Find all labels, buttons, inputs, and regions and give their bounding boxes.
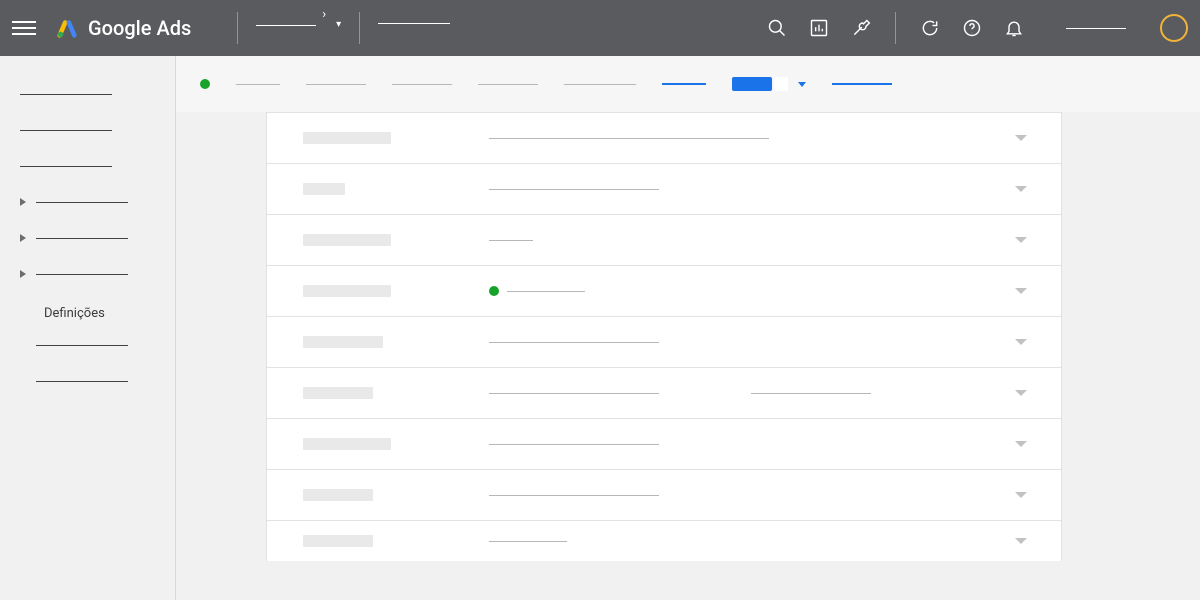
settings-row-label <box>303 489 373 501</box>
settings-row-value <box>489 342 659 343</box>
settings-panel <box>266 112 1062 561</box>
settings-row-label <box>303 438 391 450</box>
divider <box>237 12 238 44</box>
sidebar-item[interactable] <box>20 363 155 399</box>
app-header: Google Ads › ▾ <box>0 0 1200 56</box>
sidebar-item[interactable] <box>20 112 155 148</box>
settings-row-value <box>489 393 659 394</box>
chevron-down-icon <box>1015 288 1027 294</box>
sidebar-item[interactable] <box>20 327 155 363</box>
settings-row[interactable] <box>267 215 1061 266</box>
settings-row[interactable] <box>267 470 1061 521</box>
sidebar-item[interactable] <box>20 148 155 184</box>
filter-pill[interactable] <box>732 77 788 91</box>
sidebar-item[interactable] <box>20 184 155 220</box>
bar-chart-icon[interactable] <box>809 18 829 38</box>
sidebar-item[interactable] <box>20 76 155 112</box>
settings-row-value <box>489 240 533 241</box>
breadcrumb-tab-bar <box>176 56 1200 112</box>
breadcrumb-link[interactable] <box>832 83 892 85</box>
search-icon[interactable] <box>767 18 787 38</box>
divider <box>895 12 896 44</box>
sidebar-item-settings[interactable]: Definições <box>20 292 155 327</box>
settings-row-value <box>489 189 659 190</box>
sidebar-item[interactable] <box>20 220 155 256</box>
settings-row[interactable] <box>267 419 1061 470</box>
bell-icon[interactable] <box>1004 18 1024 38</box>
header-toolbar <box>767 12 1188 44</box>
settings-row[interactable] <box>267 113 1061 164</box>
campaign-selector[interactable] <box>378 23 450 34</box>
product-name: Google Ads <box>88 16 191 40</box>
breadcrumb-item[interactable] <box>564 84 636 85</box>
chevron-down-icon[interactable] <box>798 82 806 87</box>
google-ads-logo-icon <box>56 17 78 39</box>
hamburger-icon[interactable] <box>12 21 36 35</box>
settings-row[interactable] <box>267 266 1061 317</box>
sidebar-item[interactable] <box>20 256 155 292</box>
wrench-icon[interactable] <box>851 18 871 38</box>
settings-row-label <box>303 234 391 246</box>
settings-row-label <box>303 285 391 297</box>
chevron-down-icon <box>1015 441 1027 447</box>
breadcrumb-item[interactable] <box>478 84 538 85</box>
settings-row[interactable] <box>267 164 1061 215</box>
account-name-placeholder <box>1066 28 1126 29</box>
chevron-down-icon: ▾ <box>336 19 341 30</box>
chevron-right-icon <box>20 234 26 242</box>
help-icon[interactable] <box>962 18 982 38</box>
status-enabled-icon <box>200 79 210 89</box>
chevron-down-icon <box>1015 538 1027 544</box>
settings-row-value <box>489 138 769 139</box>
chevron-right-icon: › <box>322 7 326 22</box>
left-sidebar: Definições <box>0 56 176 600</box>
settings-row[interactable] <box>267 317 1061 368</box>
chevron-down-icon <box>1015 339 1027 345</box>
main-content <box>176 56 1200 600</box>
chevron-down-icon <box>1015 492 1027 498</box>
breadcrumb-item-active[interactable] <box>662 83 706 85</box>
settings-row-value <box>489 541 567 542</box>
refresh-icon[interactable] <box>920 18 940 38</box>
divider <box>359 12 360 44</box>
chevron-right-icon <box>20 270 26 278</box>
settings-row-label <box>303 183 345 195</box>
chevron-right-icon <box>20 198 26 206</box>
chevron-down-icon <box>1015 237 1027 243</box>
settings-row-label <box>303 132 391 144</box>
avatar[interactable] <box>1160 14 1188 42</box>
chevron-down-icon <box>1015 390 1027 396</box>
chevron-down-icon <box>1015 186 1027 192</box>
settings-row-label <box>303 535 373 547</box>
status-enabled-icon <box>489 286 499 296</box>
settings-row-label <box>303 336 383 348</box>
product-logo[interactable]: Google Ads <box>56 16 191 40</box>
settings-row-value <box>507 291 585 292</box>
settings-row[interactable] <box>267 368 1061 419</box>
breadcrumb-item[interactable] <box>392 84 452 85</box>
settings-row-label <box>303 387 373 399</box>
chevron-down-icon <box>1015 135 1027 141</box>
settings-row[interactable] <box>267 521 1061 561</box>
settings-row-value <box>489 495 659 496</box>
breadcrumb-item[interactable] <box>306 84 366 85</box>
account-selector[interactable]: › ▾ <box>256 21 341 36</box>
settings-row-value <box>489 444 659 445</box>
settings-row-value-secondary <box>751 393 871 394</box>
breadcrumb-item[interactable] <box>236 84 280 85</box>
